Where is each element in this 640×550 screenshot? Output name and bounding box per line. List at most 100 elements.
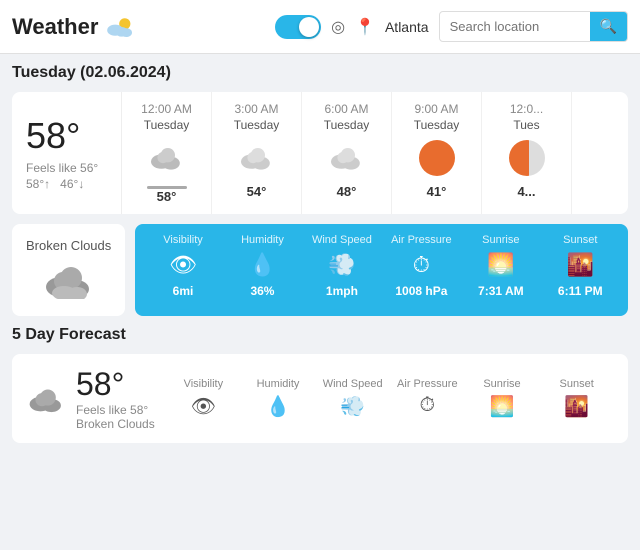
pressure-title: Air Pressure (391, 234, 452, 246)
feels-like: Feels like 56° (26, 161, 107, 175)
fcast-sun-title: Sunrise (483, 378, 520, 390)
sunrise-value: 7:31 AM (478, 284, 524, 298)
hour-item-4: 12:0... Tues 4... (482, 92, 572, 214)
forecast-sunrise: Sunrise 🌅 (465, 378, 540, 419)
wind-icon: 💨 (328, 252, 355, 278)
search-wrapper: 🔍 (439, 11, 628, 42)
fcast-vis-icon: 👁 (191, 394, 216, 419)
hour-temp-0: 58° (157, 189, 177, 204)
hour-day-1: Tuesday (234, 118, 280, 132)
hour-item-2: 6:00 AM Tuesday 48° (302, 92, 392, 214)
forecast-humidity: Humidity 💧 (241, 378, 316, 419)
visibility-title: Visibility (163, 234, 203, 246)
pressure-value: 1008 hPa (395, 284, 447, 298)
temp-high: 58°↑ (26, 177, 50, 191)
sunrise-icon: 🌅 (487, 252, 514, 278)
main-content: Tuesday (02.06.2024) 58° Feels like 56° … (0, 54, 640, 453)
hour-temp-2: 48° (337, 184, 357, 199)
search-button[interactable]: 🔍 (590, 12, 627, 41)
sunset-value: 6:11 PM (558, 284, 603, 298)
sunset-icon: 🌇 (567, 252, 594, 278)
wind-value: 1mph (326, 284, 358, 298)
fcast-wind-icon: 💨 (340, 394, 365, 419)
target-icon[interactable]: ◎ (331, 17, 345, 37)
fcast-hum-icon: 💧 (266, 394, 291, 419)
hour-item-1: 3:00 AM Tuesday 54° (212, 92, 302, 214)
forecast-temp-col: 58° Feels like 58° Broken Clouds (76, 366, 156, 431)
hour-time-1: 3:00 AM (234, 102, 278, 116)
hour-icon-4 (509, 140, 545, 176)
fcast-pres-title: Air Pressure (397, 378, 458, 390)
forecast-condition-text: Broken Clouds (76, 417, 156, 431)
sunrise-title: Sunrise (482, 234, 519, 246)
hour-icon-1 (237, 140, 277, 176)
date-label: Tuesday (02.06.2024) (12, 64, 628, 82)
city-name: Atlanta (385, 19, 429, 35)
detail-sunrise: Sunrise 🌅 7:31 AM (463, 234, 538, 306)
sunset-title: Sunset (563, 234, 597, 246)
detail-humidity: Humidity 💧 36% (225, 234, 300, 306)
wind-title: Wind Speed (312, 234, 372, 246)
hour-temp-4: 4... (517, 184, 535, 199)
hour-icon-2 (327, 140, 367, 176)
fcast-sunset-icon: 🌇 (564, 394, 589, 419)
temp-low: 46°↓ (60, 177, 84, 191)
forecast-pressure: Air Pressure ⏱ (390, 378, 465, 419)
location-pin-icon: 📍 (355, 17, 375, 37)
app-header: Weather ◎ 📍 Atlanta 🔍 (0, 0, 640, 54)
forecast-big-temp: 58° (76, 366, 156, 403)
hour-day-3: Tuesday (414, 118, 460, 132)
forecast-feels: Feels like 58° (76, 403, 156, 417)
hour-time-3: 9:00 AM (414, 102, 458, 116)
hourly-scroll[interactable]: 12:00 AM Tuesday 58° 3:00 AM Tuesday (122, 92, 628, 214)
condition-label: Broken Clouds (26, 238, 111, 253)
fcast-pres-icon: ⏱ (420, 394, 436, 417)
weather-details-row: Broken Clouds Visibility 👁 6mi (12, 224, 628, 316)
detail-visibility: Visibility 👁 6mi (145, 234, 220, 306)
detail-pressure: Air Pressure ⏱ 1008 hPa (384, 234, 459, 306)
temp-range: 58°↑ 46°↓ (26, 177, 107, 191)
forecast-sunset: Sunset 🌇 (539, 378, 614, 419)
fcast-hum-title: Humidity (257, 378, 300, 390)
hour-icon-3 (419, 140, 455, 176)
visibility-icon: 👁 (169, 252, 197, 278)
hour-day-2: Tuesday (324, 118, 370, 132)
forecast-icon-col (26, 382, 66, 416)
hourly-card: 58° Feels like 56° 58°↑ 46°↓ 12:00 AM Tu… (12, 92, 628, 214)
humidity-title: Humidity (241, 234, 284, 246)
hour-item-3: 9:00 AM Tuesday 41° (392, 92, 482, 214)
hour-time-2: 6:00 AM (324, 102, 368, 116)
fcast-sunrise-icon: 🌅 (490, 394, 515, 419)
humidity-value: 36% (250, 284, 274, 298)
forecast-wind: Wind Speed 💨 (315, 378, 390, 419)
hour-item-0: 12:00 AM Tuesday 58° (122, 92, 212, 214)
condition-cloud-icon (41, 261, 96, 302)
app-title: Weather (12, 14, 136, 40)
forecast-details-grid: Visibility 👁 Humidity 💧 Wind Speed 💨 Air… (166, 378, 614, 419)
hour-time-0: 12:00 AM (141, 102, 192, 116)
hour-day-0: Tuesday (144, 118, 190, 132)
search-input[interactable] (440, 14, 590, 39)
details-panel: Visibility 👁 6mi Humidity 💧 36% Wind Spe… (135, 224, 628, 316)
hour-day-4: Tues (513, 118, 539, 132)
detail-wind: Wind Speed 💨 1mph (304, 234, 379, 306)
pressure-icon: ⏱ (413, 252, 430, 278)
weather-icon (104, 14, 136, 40)
hour-temp-1: 54° (247, 184, 267, 199)
current-weather-panel: 58° Feels like 56° 58°↑ 46°↓ (12, 92, 122, 214)
humidity-icon: 💧 (249, 252, 276, 278)
fcast-sunset-title: Sunset (560, 378, 594, 390)
fcast-wind-title: Wind Speed (323, 378, 383, 390)
hour-time-4: 12:0... (510, 102, 543, 116)
hour-icon-0 (147, 140, 187, 176)
hour-temp-3: 41° (427, 184, 447, 199)
app-title-text: Weather (12, 14, 98, 40)
forecast-card-0: 58° Feels like 58° Broken Clouds Visibil… (12, 354, 628, 443)
condition-box: Broken Clouds (12, 224, 125, 316)
detail-sunset: Sunset 🌇 6:11 PM (543, 234, 618, 306)
forecast-label: 5 Day Forecast (12, 326, 628, 344)
fcast-vis-title: Visibility (184, 378, 224, 390)
unit-toggle[interactable] (275, 15, 321, 39)
visibility-value: 6mi (173, 284, 194, 298)
forecast-visibility: Visibility 👁 (166, 378, 241, 419)
